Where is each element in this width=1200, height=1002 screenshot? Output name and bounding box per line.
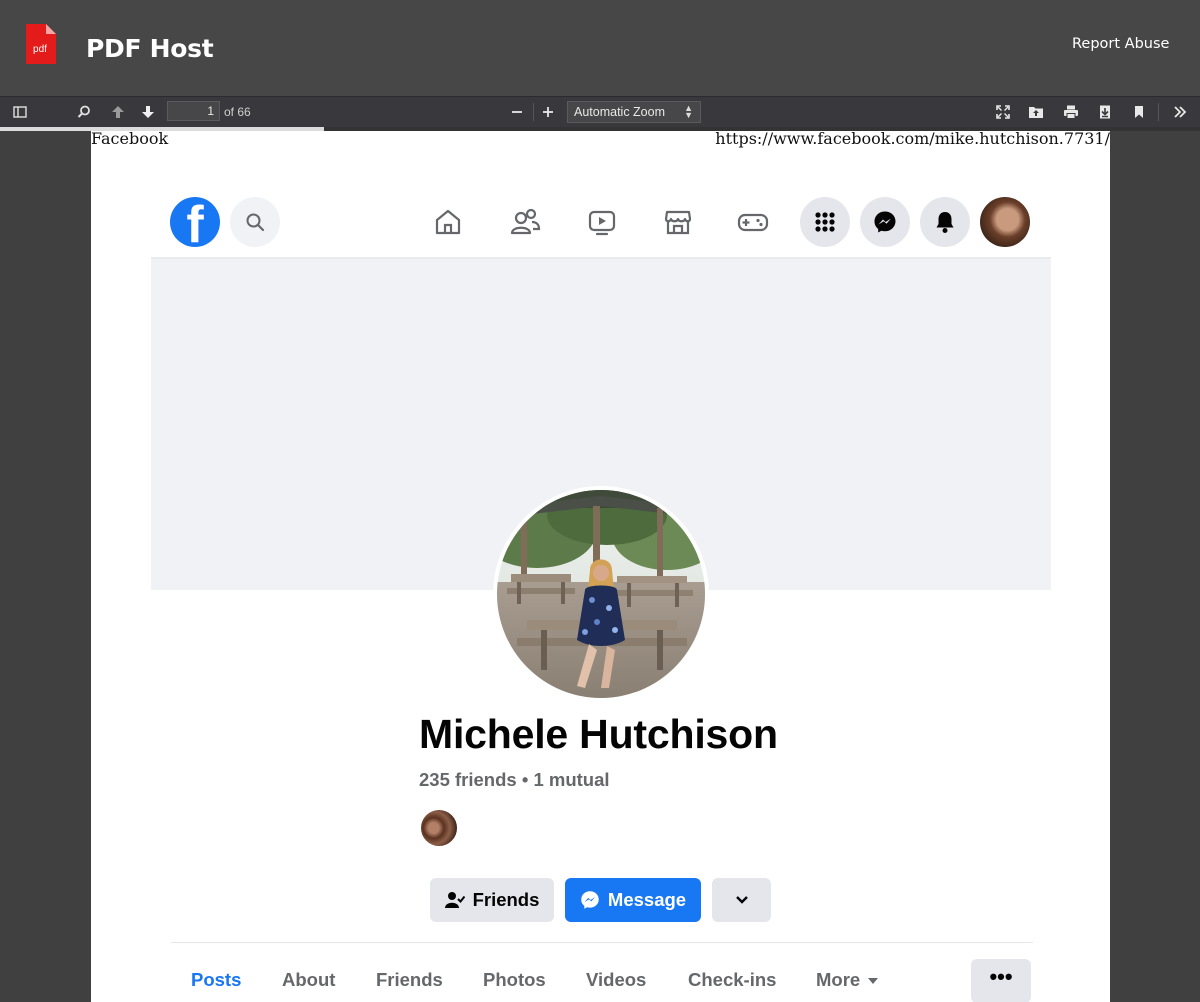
pdf-logo-text: pdf [33,44,47,55]
profile-name: Michele Hutchison [419,711,778,757]
print-header-title: Facebook [91,131,169,148]
profile-options-button[interactable] [712,878,771,922]
facebook-navbar: f [151,191,1051,259]
open-file-icon[interactable] [1025,101,1047,123]
toolbar-divider [1158,103,1159,121]
search-icon [246,213,265,232]
tab-more[interactable]: More [816,969,879,991]
account-avatar[interactable] [980,197,1030,247]
zoom-in-icon[interactable] [537,101,559,123]
report-abuse-link[interactable]: Report Abuse [1072,36,1169,52]
friends-button-label: Friends [472,889,540,910]
zoom-out-icon[interactable] [506,101,528,123]
tab-check-ins[interactable]: Check-ins [688,969,776,991]
profile-divider [171,942,1033,943]
page-count: of 66 [224,105,251,119]
tab-posts[interactable]: Posts [191,969,241,991]
bell-icon [936,212,954,233]
message-button-label: Message [607,889,687,910]
profile-photo-illustration [497,490,705,698]
message-button[interactable]: Message [565,878,701,922]
watch-video-icon[interactable] [584,204,620,240]
zoom-select[interactable]: Automatic Zoom ▲ ▼ [567,101,701,123]
zoom-value: Automatic Zoom [574,105,666,119]
previous-page-icon[interactable] [107,101,129,123]
messenger-icon [874,211,896,233]
friends-nav-icon[interactable] [507,204,543,240]
notifications-button[interactable] [920,197,970,247]
pdf-toolbar: 1 of 66 Automatic Zoom ▲ ▼ [0,96,1200,127]
bookmark-icon[interactable] [1128,101,1150,123]
app-header: pdf PDF Host Report Abuse [0,0,1200,96]
tools-menu-icon[interactable] [1169,101,1191,123]
tab-more-label: More [816,969,861,990]
pdf-page: Facebook https://www.facebook.com/mike.h… [91,131,1110,1002]
search-button[interactable] [230,197,280,247]
mutual-friend-avatar[interactable] [419,808,459,848]
brand-title[interactable]: PDF Host [86,34,214,63]
page-number-input[interactable]: 1 [167,101,220,121]
sidebar-toggle-icon[interactable] [9,101,31,123]
next-page-icon[interactable] [137,101,159,123]
more-options-button[interactable]: ••• [971,959,1031,1002]
tab-friends[interactable]: Friends [376,969,443,991]
friends-summary[interactable]: 235 friends • 1 mutual [419,769,610,791]
download-icon[interactable] [1094,101,1116,123]
find-icon[interactable] [73,101,95,123]
facebook-logo-icon[interactable]: f [170,197,220,247]
presentation-mode-icon[interactable] [992,101,1014,123]
profile-picture[interactable] [493,486,709,702]
menu-button[interactable] [800,197,850,247]
pdf-logo-icon: pdf [24,24,58,66]
marketplace-icon[interactable] [660,204,696,240]
tab-photos[interactable]: Photos [483,969,546,991]
print-header-url: https://www.facebook.com/mike.hutchison.… [715,131,1110,148]
chevron-down-icon [735,896,748,904]
home-icon[interactable] [430,204,466,240]
toolbar-divider [533,103,534,121]
tab-about[interactable]: About [282,969,335,991]
caret-down-icon [868,978,879,985]
messenger-button[interactable] [860,197,910,247]
menu-grid-icon [815,212,835,232]
friend-check-icon [444,891,465,909]
messenger-icon [580,890,600,910]
print-icon[interactable] [1060,101,1082,123]
gaming-icon[interactable] [735,204,771,240]
select-caret-icon: ▲ ▼ [684,103,693,120]
friends-button[interactable]: Friends [430,878,554,922]
tab-videos[interactable]: Videos [586,969,646,991]
